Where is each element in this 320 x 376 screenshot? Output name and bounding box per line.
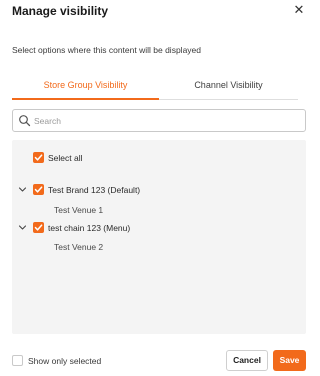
show-only-selected-checkbox[interactable] bbox=[12, 355, 23, 366]
group-label-test-chain: test chain 123 (Menu) bbox=[48, 223, 131, 233]
group-checkbox-test-chain[interactable] bbox=[33, 222, 44, 233]
venue-item-test-venue-1: Test Venue 1 bbox=[54, 205, 104, 215]
dialog-description: Select options where this content will b… bbox=[12, 45, 201, 55]
group-label-test-brand: Test Brand 123 (Default) bbox=[48, 185, 141, 195]
tree-panel: Select all Test Brand 123 (Default) Test… bbox=[12, 140, 306, 334]
select-all-checkbox[interactable] bbox=[33, 152, 44, 163]
tab-store-group-visibility[interactable]: Store Group Visibility bbox=[12, 72, 159, 100]
search-box bbox=[12, 109, 306, 132]
cancel-button[interactable]: Cancel bbox=[226, 350, 268, 371]
chevron-down-icon[interactable] bbox=[18, 185, 27, 194]
show-only-selected-label: Show only selected bbox=[28, 356, 102, 366]
dialog-header: Manage visibility ✕ bbox=[0, 0, 310, 26]
venue-item-test-venue-2: Test Venue 2 bbox=[54, 242, 104, 252]
visibility-tabs: Store Group Visibility Channel Visibilit… bbox=[12, 72, 298, 100]
search-input[interactable] bbox=[34, 113, 294, 128]
select-all-label: Select all bbox=[48, 153, 83, 163]
close-icon[interactable]: ✕ bbox=[292, 3, 306, 17]
save-button[interactable]: Save bbox=[273, 350, 306, 371]
tab-channel-visibility[interactable]: Channel Visibility bbox=[159, 72, 298, 100]
dialog-title: Manage visibility bbox=[12, 4, 109, 18]
search-icon bbox=[19, 115, 31, 127]
chevron-down-icon[interactable] bbox=[18, 223, 27, 232]
group-checkbox-test-brand[interactable] bbox=[33, 184, 44, 195]
